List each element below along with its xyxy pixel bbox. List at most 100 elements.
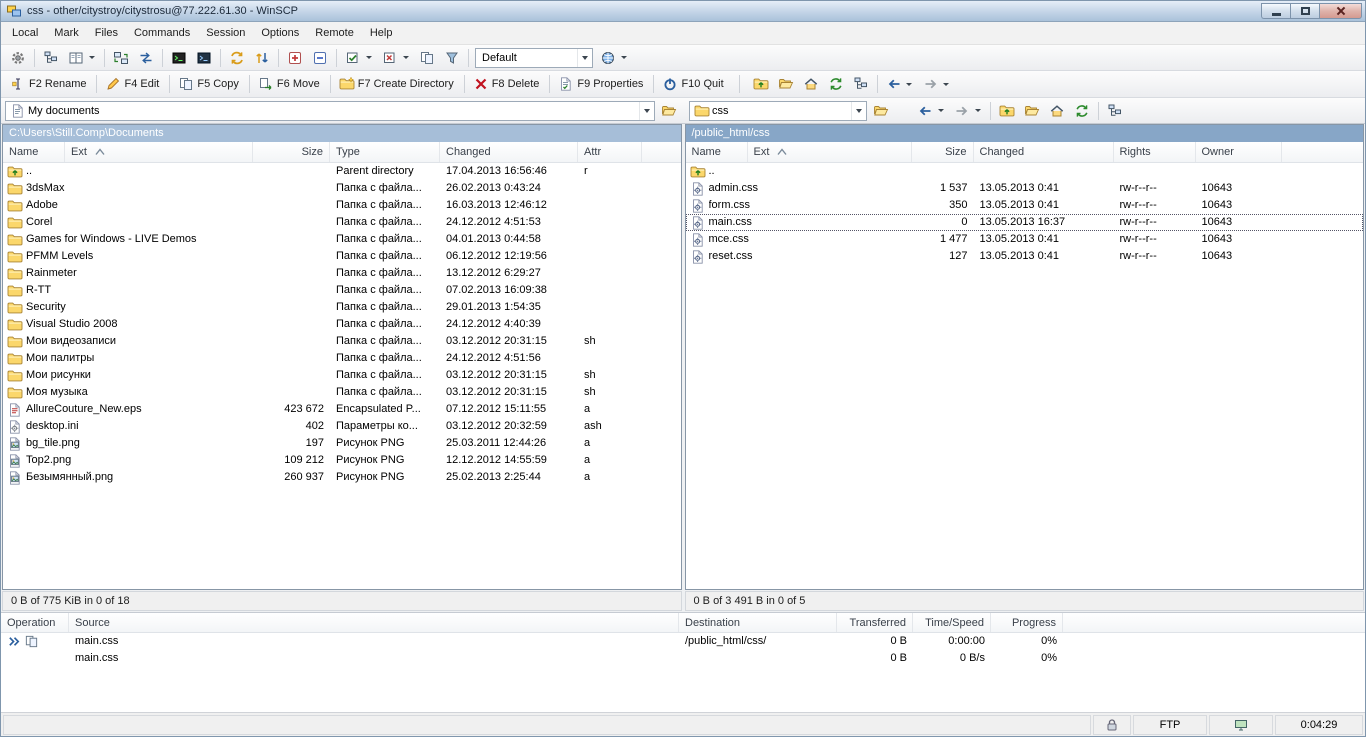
file-row[interactable]: PFMM LevelsПапка с файла...06.12.2012 12… (3, 248, 681, 265)
maximize-button[interactable] (1290, 3, 1319, 19)
toolbar-button-mirror[interactable] (250, 47, 274, 69)
button-f2-rename[interactable]: F2 Rename (6, 73, 92, 95)
file-row[interactable]: Мои палитрыПапка с файла...24.12.2012 4:… (3, 350, 681, 367)
file-row[interactable]: Мои рисункиПапка с файла...03.12.2012 20… (3, 367, 681, 384)
queue-header-source[interactable]: Source (69, 613, 679, 632)
queue-header-operation[interactable]: Operation (1, 613, 69, 632)
file-row[interactable]: Безымянный.png260 937Рисунок PNG25.02.20… (3, 469, 681, 486)
queue-list[interactable]: main.css/public_html/css/0 B0:00:000%mai… (1, 633, 1365, 667)
nav-open-folder[interactable] (1020, 100, 1044, 122)
remote-directory-dropdown-icon[interactable] (851, 102, 866, 120)
protocol-panel[interactable]: FTP (1133, 715, 1207, 735)
toolbar-button-swap-panels[interactable] (134, 47, 158, 69)
file-row[interactable]: Мои видеозаписиПапка с файла...03.12.201… (3, 333, 681, 350)
toolbar-button-uncheck-select[interactable] (378, 47, 414, 69)
menu-options[interactable]: Options (253, 23, 307, 43)
button-f4-edit[interactable]: F4 Edit (101, 73, 165, 95)
file-row[interactable]: R-TTПапка с файла...07.02.2013 16:09:38 (3, 282, 681, 299)
queue-row[interactable]: main.css0 B0 B/s0% (1, 650, 1365, 667)
file-row[interactable]: AdobeПапка с файла...16.03.2013 12:46:12 (3, 197, 681, 214)
menu-mark[interactable]: Mark (46, 23, 86, 43)
toolbar-button-console[interactable] (167, 47, 191, 69)
toolbar-button-tree-toggle[interactable] (39, 47, 63, 69)
local-open-directory-button[interactable] (657, 100, 681, 122)
file-row[interactable]: ..Parent directory17.04.2013 16:56:46r (3, 163, 681, 180)
toolbar-button-home[interactable] (799, 73, 823, 95)
file-row[interactable]: bg_tile.png197Рисунок PNG25.03.2011 12:4… (3, 435, 681, 452)
toolbar-button-synchronize[interactable] (225, 47, 249, 69)
file-row[interactable]: Top2.png109 212Рисунок PNG12.12.2012 14:… (3, 452, 681, 469)
remote-open-directory-button[interactable] (869, 100, 893, 122)
file-row[interactable]: Моя музыкаПапка с файла...03.12.2012 20:… (3, 384, 681, 401)
menu-remote[interactable]: Remote (307, 23, 362, 43)
nav-forward[interactable] (950, 100, 986, 122)
file-row[interactable]: Games for Windows - LIVE DemosПапка с фа… (3, 231, 681, 248)
dropdown-arrow-icon[interactable] (942, 76, 951, 92)
column-header-attr[interactable]: Attr (578, 142, 642, 162)
toolbar-button-select-add[interactable] (283, 47, 307, 69)
column-header-type[interactable]: Type (330, 142, 440, 162)
file-row[interactable]: Visual Studio 2008Папка с файла...24.12.… (3, 316, 681, 333)
dropdown-arrow-icon[interactable] (401, 50, 410, 66)
column-header-changed[interactable]: Changed (974, 142, 1114, 162)
toolbar-button-refresh[interactable] (824, 73, 848, 95)
remote-file-list[interactable]: ..admin.css1 53713.05.2013 0:41rw-r--r--… (686, 163, 1364, 589)
dropdown-arrow-icon[interactable] (905, 76, 914, 92)
toolbar-button-filter[interactable] (440, 47, 464, 69)
column-header-size[interactable]: Size (912, 142, 974, 162)
toolbar-button-open-folder[interactable] (774, 73, 798, 95)
queue-header-time-speed[interactable]: Time/Speed (913, 613, 991, 632)
menu-files[interactable]: Files (87, 23, 126, 43)
titlebar[interactable]: css - other/citystroy/citystrosu@77.222.… (1, 1, 1365, 22)
queue-row[interactable]: main.css/public_html/css/0 B0:00:000% (1, 633, 1365, 650)
button-f6-move[interactable]: F6 Move (254, 73, 326, 95)
column-header-name[interactable]: Name (686, 142, 748, 162)
dropdown-arrow-icon[interactable] (973, 103, 982, 119)
toolbar-button-panel-view[interactable] (64, 47, 100, 69)
transfer-preset-combo[interactable]: Default (475, 48, 593, 68)
file-row[interactable]: 3dsMaxПапка с файла...26.02.2013 0:43:24 (3, 180, 681, 197)
column-header-size[interactable]: Size (253, 142, 330, 162)
file-row[interactable]: form.css35013.05.2013 0:41rw-r--r--10643 (686, 197, 1364, 214)
queue-header-destination[interactable]: Destination (679, 613, 837, 632)
queue-header-progress[interactable]: Progress (991, 613, 1063, 632)
toolbar-button-putty[interactable] (192, 47, 216, 69)
close-button[interactable] (1319, 3, 1362, 19)
button-f10-quit[interactable]: F10 Quit (658, 73, 729, 95)
button-f8-delete[interactable]: F8 Delete (469, 73, 546, 95)
menu-local[interactable]: Local (4, 23, 46, 43)
file-row[interactable]: CorelПапка с файла...24.12.2012 4:51:53 (3, 214, 681, 231)
local-file-list[interactable]: ..Parent directory17.04.2013 16:56:46r3d… (3, 163, 681, 589)
toolbar-button-check-select[interactable] (341, 47, 377, 69)
remote-directory-combo[interactable]: css (689, 101, 867, 121)
button-f9-properties[interactable]: F9 Properties (554, 73, 649, 95)
remote-path-header[interactable]: /public_html/css (686, 125, 1364, 142)
local-path-header[interactable]: C:\Users\Still.Comp\Documents (3, 125, 681, 142)
column-header-changed[interactable]: Changed (440, 142, 578, 162)
menu-commands[interactable]: Commands (126, 23, 198, 43)
nav-explorer-tree[interactable] (1103, 100, 1127, 122)
column-header-name[interactable]: Name (3, 142, 65, 162)
file-row[interactable]: RainmeterПапка с файла...13.12.2012 6:29… (3, 265, 681, 282)
file-row[interactable]: reset.css12713.05.2013 0:41rw-r--r--1064… (686, 248, 1364, 265)
file-row[interactable]: AllureCouture_New.eps423 672Encapsulated… (3, 401, 681, 418)
toolbar-button-select-remove[interactable] (308, 47, 332, 69)
column-header-rights[interactable]: Rights (1114, 142, 1196, 162)
dropdown-arrow-icon[interactable] (936, 103, 945, 119)
file-row[interactable]: desktop.ini402Параметры ко...03.12.2012 … (3, 418, 681, 435)
column-header-owner[interactable]: Owner (1196, 142, 1282, 162)
toolbar-button-forward[interactable] (919, 73, 955, 95)
dropdown-arrow-icon[interactable] (87, 50, 96, 66)
queue-header-transferred[interactable]: Transferred (837, 613, 913, 632)
dropdown-arrow-icon[interactable] (619, 50, 628, 66)
local-directory-combo[interactable]: My documents (5, 101, 655, 121)
toolbar-button-parent-directory[interactable] (749, 73, 773, 95)
toolbar-button-explorer-tree[interactable] (849, 73, 873, 95)
file-row[interactable]: main.css013.05.2013 16:37rw-r--r--10643 (686, 214, 1364, 231)
file-row[interactable]: admin.css1 53713.05.2013 0:41rw-r--r--10… (686, 180, 1364, 197)
dropdown-arrow-icon[interactable] (364, 50, 373, 66)
local-directory-dropdown-icon[interactable] (639, 102, 654, 120)
toolbar-button-preferences[interactable] (6, 47, 30, 69)
toolbar-button-compare[interactable] (415, 47, 439, 69)
column-header-ext[interactable]: Ext (748, 142, 912, 162)
